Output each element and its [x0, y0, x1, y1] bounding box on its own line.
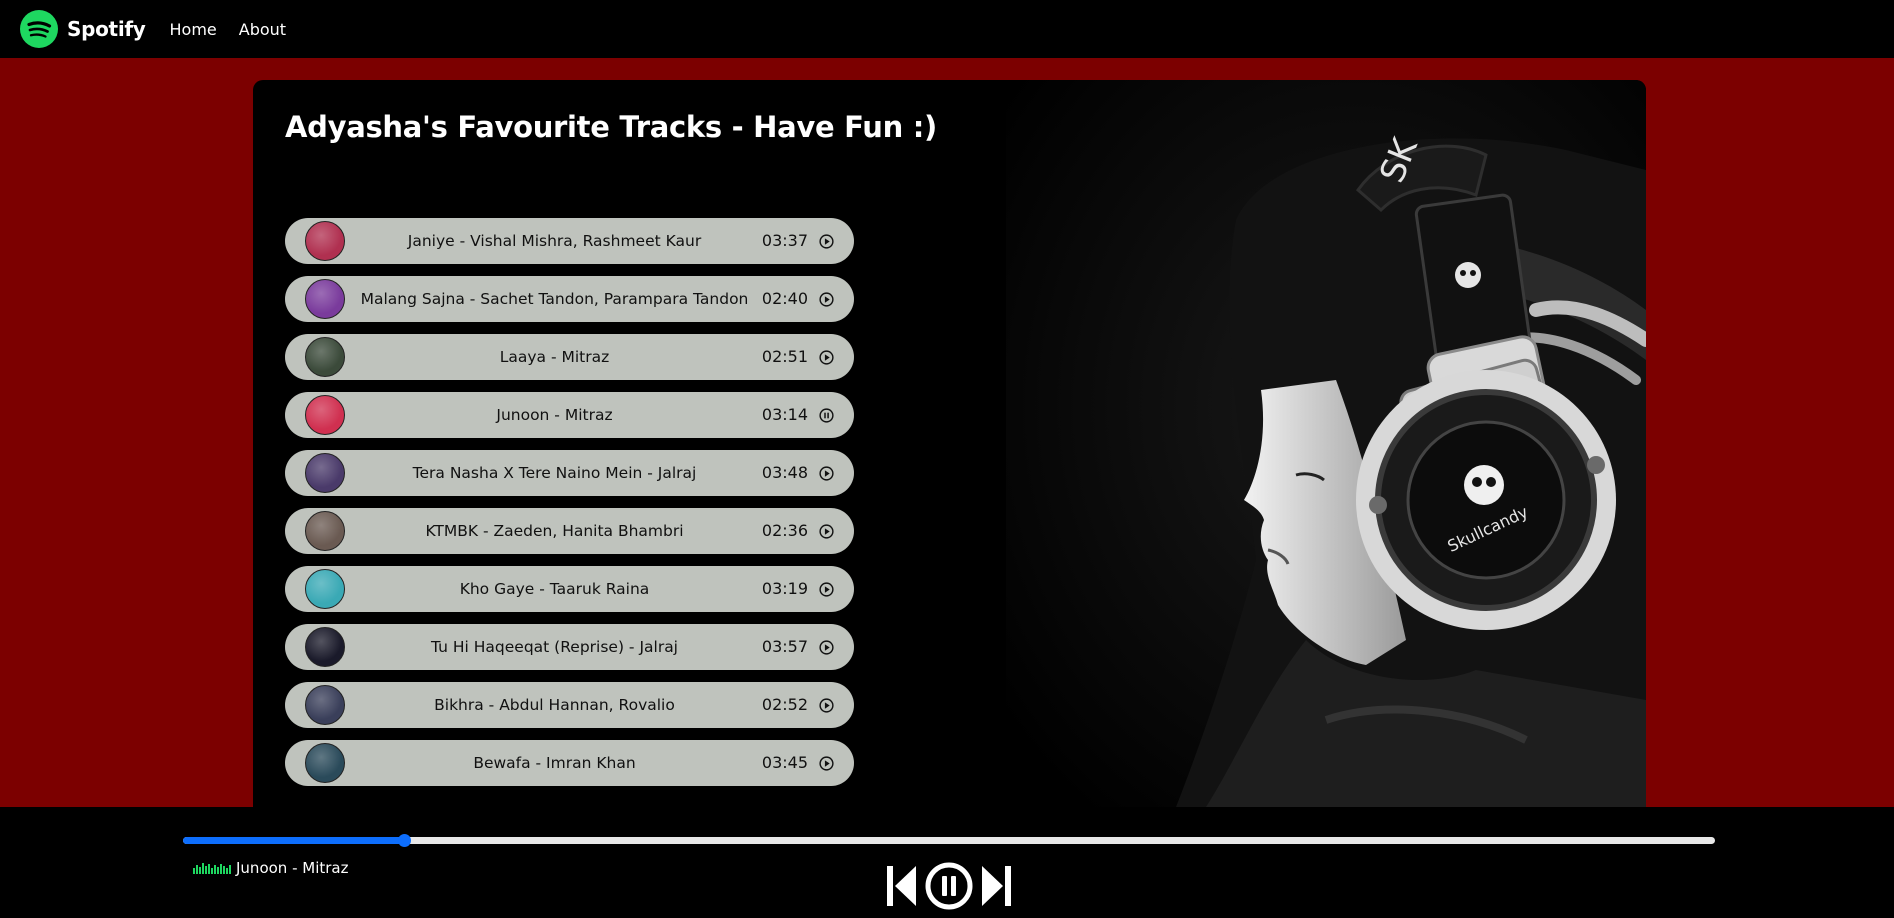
- song-cover-image: [305, 685, 345, 725]
- song-name: Tu Hi Haqeeqat (Reprise) - Jalraj: [431, 638, 678, 656]
- song-duration: 03:14: [761, 405, 808, 424]
- song-duration: 02:40: [761, 289, 808, 308]
- song-name: Bikhra - Abdul Hannan, Rovalio: [434, 696, 675, 714]
- song-item[interactable]: Kho Gaye - Taaruk Raina 03:19: [285, 566, 854, 612]
- song-cover-image: [305, 453, 345, 493]
- nav-link-home[interactable]: Home: [170, 20, 217, 39]
- song-name: Kho Gaye - Taaruk Raina: [459, 580, 650, 598]
- play-circle-icon[interactable]: [819, 640, 834, 655]
- song-cover-image: [305, 279, 345, 319]
- song-item[interactable]: Tu Hi Haqeeqat (Reprise) - Jalraj 03:57: [285, 624, 854, 670]
- pause-circle-icon[interactable]: [819, 408, 834, 423]
- main-container: Adyasha's Favourite Tracks - Have Fun :)…: [253, 80, 1646, 807]
- song-duration: 03:48: [761, 463, 808, 482]
- playback-controls: [887, 862, 1011, 910]
- next-track-icon[interactable]: [981, 864, 1011, 908]
- song-name: Laaya - Mitraz: [499, 348, 610, 366]
- song-name: Junoon - Mitraz: [496, 406, 613, 424]
- song-duration: 03:45: [761, 753, 808, 772]
- song-cover-image: [305, 627, 345, 667]
- equalizer-icon: [193, 863, 231, 874]
- play-circle-icon[interactable]: [819, 292, 834, 307]
- song-item[interactable]: Laaya - Mitraz 02:51: [285, 334, 854, 380]
- song-duration: 02:36: [761, 521, 808, 540]
- song-item[interactable]: Bikhra - Abdul Hannan, Rovalio 02:52: [285, 682, 854, 728]
- song-name: Malang Sajna - Sachet Tandon, Parampara …: [360, 290, 749, 308]
- page-title: Adyasha's Favourite Tracks - Have Fun :): [285, 110, 937, 144]
- song-duration: 03:57: [761, 637, 808, 656]
- brand-name: Spotify: [67, 17, 146, 41]
- song-cover-image: [305, 743, 345, 783]
- previous-track-icon[interactable]: [887, 864, 917, 908]
- spotify-logo[interactable]: Spotify: [20, 10, 146, 48]
- play-circle-icon[interactable]: [819, 234, 834, 249]
- navbar: Spotify Home About: [0, 0, 1894, 58]
- nav-link-about[interactable]: About: [239, 20, 286, 39]
- song-item[interactable]: Janiye - Vishal Mishra, Rashmeet Kaur 03:…: [285, 218, 854, 264]
- song-cover-image: [305, 395, 345, 435]
- song-name: Tera Nasha X Tere Naino Mein - Jalraj: [412, 464, 697, 482]
- progress-thumb[interactable]: [397, 834, 411, 847]
- song-item[interactable]: Bewafa - Imran Khan 03:45: [285, 740, 854, 786]
- now-playing: Junoon - Mitraz: [193, 859, 348, 877]
- song-item[interactable]: Tera Nasha X Tere Naino Mein - Jalraj 03:…: [285, 450, 854, 496]
- headphones-photo: SK Skullcandy: [1006, 80, 1646, 807]
- pause-icon[interactable]: [925, 862, 973, 910]
- song-name: KTMBK - Zaeden, Hanita Bhambri: [425, 522, 684, 540]
- song-item[interactable]: Malang Sajna - Sachet Tandon, Parampara …: [285, 276, 854, 322]
- play-circle-icon[interactable]: [819, 756, 834, 771]
- song-cover-image: [305, 221, 345, 261]
- song-duration: 03:19: [761, 579, 808, 598]
- song-duration: 02:51: [761, 347, 808, 366]
- song-name: Janiye - Vishal Mishra, Rashmeet Kaur: [407, 232, 702, 250]
- spotify-logo-icon: [20, 10, 58, 48]
- song-cover-image: [305, 337, 345, 377]
- play-circle-icon[interactable]: [819, 582, 834, 597]
- song-duration: 03:37: [761, 231, 808, 250]
- song-cover-image: [305, 569, 345, 609]
- progress-fill: [183, 837, 404, 844]
- song-list: Janiye - Vishal Mishra, Rashmeet Kaur 03:…: [285, 218, 854, 798]
- song-name: Bewafa - Imran Khan: [473, 754, 636, 772]
- song-duration: 02:52: [761, 695, 808, 714]
- song-item[interactable]: Junoon - Mitraz 03:14: [285, 392, 854, 438]
- player-bar: Junoon - Mitraz: [0, 807, 1894, 918]
- play-circle-icon[interactable]: [819, 350, 834, 365]
- now-playing-title: Junoon - Mitraz: [236, 859, 349, 877]
- play-circle-icon[interactable]: [819, 524, 834, 539]
- song-cover-image: [305, 511, 345, 551]
- song-item[interactable]: KTMBK - Zaeden, Hanita Bhambri 02:36: [285, 508, 854, 554]
- progress-bar[interactable]: [183, 834, 1715, 847]
- play-circle-icon[interactable]: [819, 466, 834, 481]
- play-circle-icon[interactable]: [819, 698, 834, 713]
